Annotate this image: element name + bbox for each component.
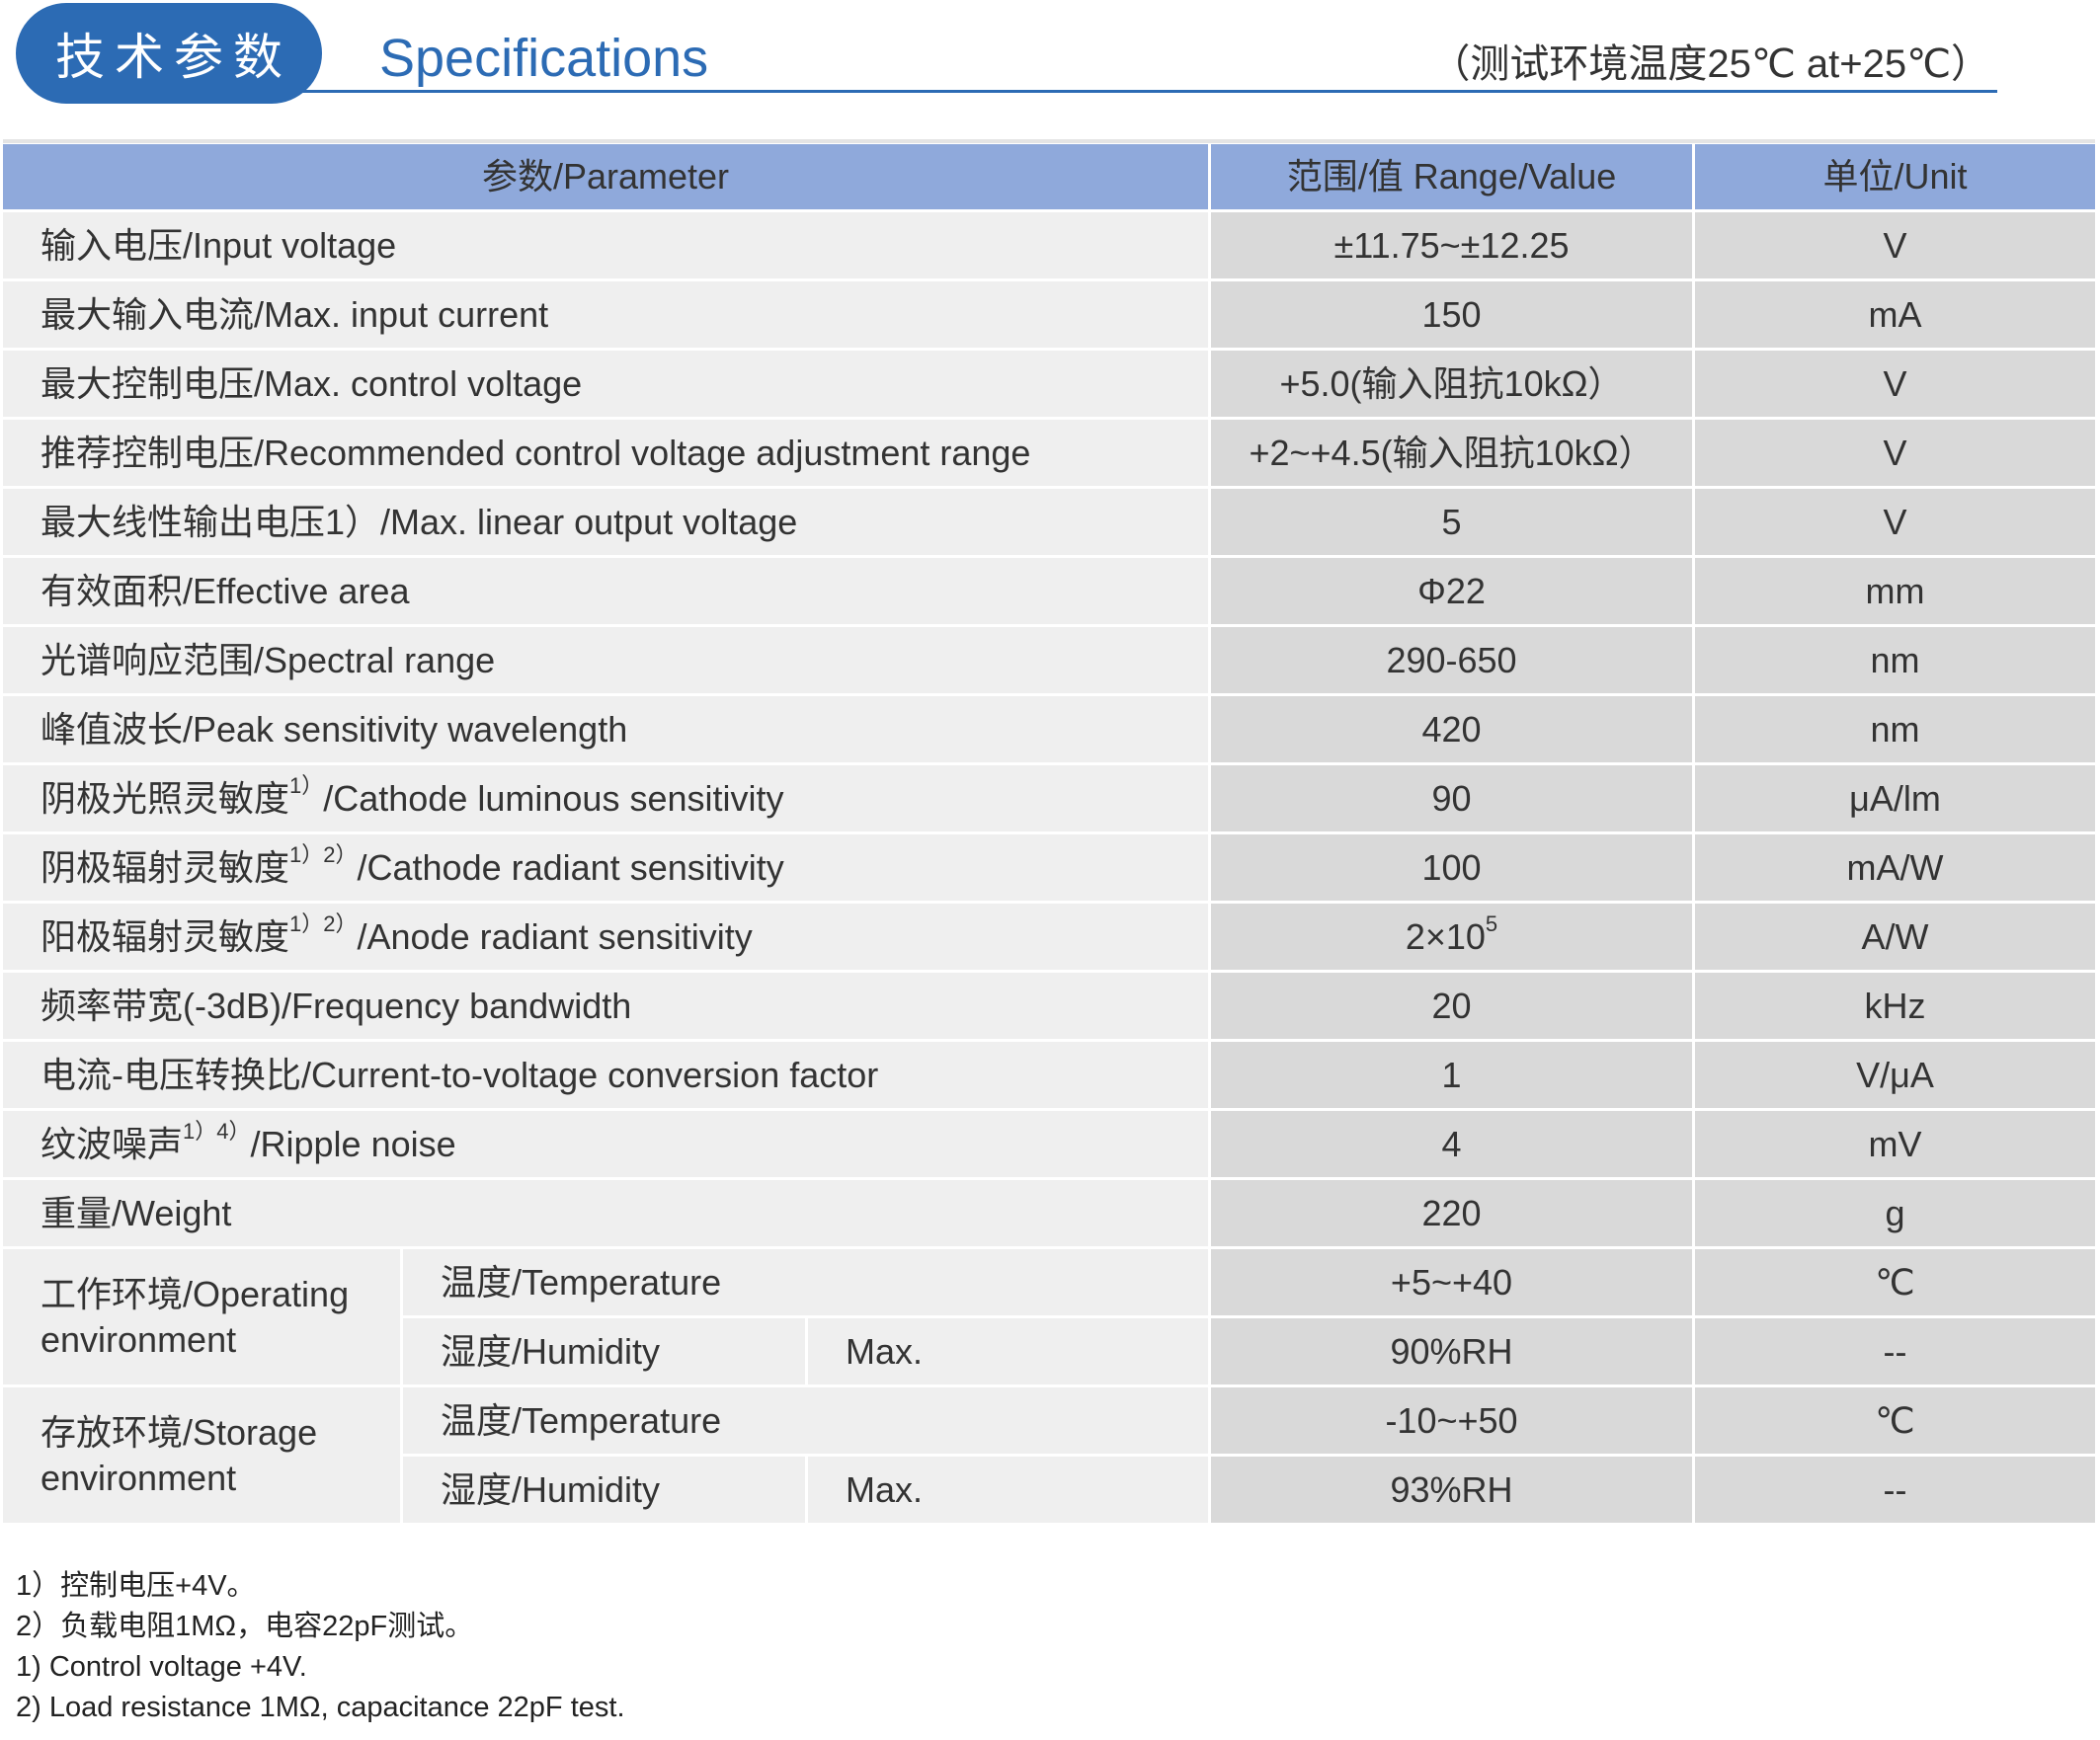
value-cell: 90 — [1211, 765, 1692, 831]
unit-cell: V — [1695, 212, 2095, 278]
spec-table: 参数/Parameter 范围/值 Range/Value 单位/Unit 输入… — [3, 144, 2095, 1523]
param-cell: 输入电压/Input voltage — [3, 212, 1208, 278]
param-text-en: /Cathode luminous sensitivity — [323, 777, 784, 819]
param-cell: 峰值波长/Peak sensitivity wavelength — [3, 696, 1208, 762]
value-cell: 2×10 5 — [1211, 904, 1692, 970]
column-header-parameter: 参数/Parameter — [3, 144, 1208, 209]
column-header-unit: 单位/Unit — [1695, 144, 2095, 209]
unit-cell: mV — [1695, 1111, 2095, 1177]
storage-environment-label: 存放环境/Storage environment — [3, 1387, 400, 1523]
value-exponent: 5 — [1485, 910, 1498, 936]
value-cell: 4 — [1211, 1111, 1692, 1177]
param-text-en: /Cathode radiant sensitivity — [357, 846, 784, 888]
storage-humidity-value: 93%RH — [1211, 1457, 1692, 1523]
unit-cell: kHz — [1695, 973, 2095, 1039]
value-cell: 100 — [1211, 834, 1692, 901]
operating-humidity-label: 湿度/Humidity — [403, 1318, 805, 1384]
operating-temperature-value: +5~+40 — [1211, 1249, 1692, 1315]
footnote-ref: 1）2） — [289, 910, 358, 936]
param-cell: 有效面积/Effective area — [3, 558, 1208, 624]
storage-humidity-label: 湿度/Humidity — [403, 1457, 805, 1523]
storage-humidity-unit: -- — [1695, 1457, 2095, 1523]
title-underline — [286, 90, 1997, 93]
table-top-border — [3, 139, 2095, 143]
footnote-ref: 1）2） — [289, 841, 358, 867]
operating-temperature-unit: ℃ — [1695, 1249, 2095, 1315]
param-cell: 光谱响应范围/Spectral range — [3, 627, 1208, 693]
value-cell: 420 — [1211, 696, 1692, 762]
operating-humidity-qualifier: Max. — [808, 1318, 1208, 1384]
test-condition: （测试环境温度25℃ at+25℃） — [1430, 42, 1990, 86]
unit-cell: V — [1695, 351, 2095, 417]
unit-cell: mA — [1695, 281, 2095, 348]
section-title: Specifications — [379, 29, 709, 88]
value-cell: 150 — [1211, 281, 1692, 348]
operating-environment-label: 工作环境/Operating environment — [3, 1249, 400, 1384]
value-cell: +5.0(输入阻抗10kΩ） — [1211, 351, 1692, 417]
unit-cell: nm — [1695, 696, 2095, 762]
value-cell: ±11.75~±12.25 — [1211, 212, 1692, 278]
value-cell: 5 — [1211, 489, 1692, 555]
param-text-en: /Ripple noise — [250, 1123, 456, 1164]
operating-temperature-label: 温度/Temperature — [403, 1249, 1208, 1315]
unit-cell: V/μA — [1695, 1042, 2095, 1108]
footnote: 1）控制电压+4V。 — [16, 1570, 256, 1602]
param-cell: 最大控制电压/Max. control voltage — [3, 351, 1208, 417]
operating-humidity-unit: -- — [1695, 1318, 2095, 1384]
param-text: 阴极光照灵敏度 — [40, 777, 290, 819]
value-cell: 1 — [1211, 1042, 1692, 1108]
param-cell: 频率带宽(-3dB)/Frequency bandwidth — [3, 973, 1208, 1039]
unit-cell: V — [1695, 489, 2095, 555]
operating-humidity-value: 90%RH — [1211, 1318, 1692, 1384]
param-cell: 纹波噪声 1）4）/Ripple noise — [3, 1111, 1208, 1177]
footnote: 1) Control voltage +4V. — [16, 1651, 307, 1683]
unit-cell: mA/W — [1695, 834, 2095, 901]
value-cell: Φ22 — [1211, 558, 1692, 624]
unit-cell: g — [1695, 1180, 2095, 1246]
value-base: 2×10 — [1405, 915, 1486, 957]
param-cell: 推荐控制电压/Recommended control voltage adjus… — [3, 420, 1208, 486]
param-cell: 阴极光照灵敏度 1）/Cathode luminous sensitivity — [3, 765, 1208, 831]
unit-cell: V — [1695, 420, 2095, 486]
storage-temperature-label: 温度/Temperature — [403, 1387, 1208, 1454]
footnote-ref: 1） — [289, 772, 324, 798]
value-cell: 290-650 — [1211, 627, 1692, 693]
param-cell: 阳极辐射灵敏度 1）2）/Anode radiant sensitivity — [3, 904, 1208, 970]
value-cell: 20 — [1211, 973, 1692, 1039]
unit-cell: μA/lm — [1695, 765, 2095, 831]
param-text: 阳极辐射灵敏度 — [40, 915, 290, 957]
param-text-en: /Anode radiant sensitivity — [357, 915, 753, 957]
param-cell: 阴极辐射灵敏度 1）2）/Cathode radiant sensitivity — [3, 834, 1208, 901]
param-cell: 电流-电压转换比/Current-to-voltage conversion f… — [3, 1042, 1208, 1108]
value-cell: 220 — [1211, 1180, 1692, 1246]
value-cell: +2~+4.5(输入阻抗10kΩ） — [1211, 420, 1692, 486]
param-cell: 最大输入电流/Max. input current — [3, 281, 1208, 348]
param-text: 阴极辐射灵敏度 — [40, 846, 290, 888]
unit-cell: mm — [1695, 558, 2095, 624]
param-text: 纹波噪声 — [40, 1123, 184, 1164]
footnote: 2）负载电阻1MΩ，电容22pF测试。 — [16, 1611, 474, 1642]
footnotes: 1）控制电压+4V。 2）负载电阻1MΩ，电容22pF测试。 1) Contro… — [16, 1566, 625, 1728]
storage-humidity-qualifier: Max. — [808, 1457, 1208, 1523]
unit-cell: A/W — [1695, 904, 2095, 970]
footnote: 2) Load resistance 1MΩ, capacitance 22pF… — [16, 1692, 625, 1723]
storage-temperature-value: -10~+50 — [1211, 1387, 1692, 1454]
param-cell: 重量/Weight — [3, 1180, 1208, 1246]
storage-temperature-unit: ℃ — [1695, 1387, 2095, 1454]
section-badge: 技术参数 — [16, 3, 322, 104]
param-cell: 最大线性输出电压1）/Max. linear output voltage — [3, 489, 1208, 555]
column-header-range-value: 范围/值 Range/Value — [1211, 144, 1692, 209]
unit-cell: nm — [1695, 627, 2095, 693]
footnote-ref: 1）4） — [183, 1118, 251, 1144]
